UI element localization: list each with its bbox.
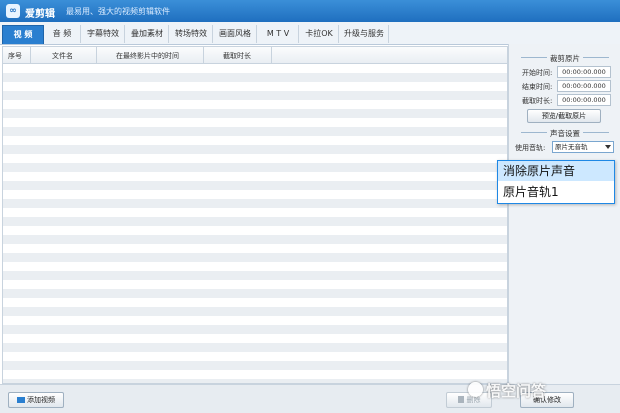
duration-label: 截取时长: — [522, 97, 553, 105]
app-slogan: 最易用、强大的视频剪辑软件 — [66, 7, 170, 16]
audio-section-title: 声音设置 — [550, 129, 580, 138]
audio-track-select[interactable]: 原片无音轨 — [552, 141, 614, 153]
end-time-label: 结束时间: — [522, 83, 553, 91]
column-header-index[interactable]: 序号 — [8, 51, 22, 61]
column-divider[interactable] — [203, 47, 204, 63]
column-divider[interactable] — [30, 47, 31, 63]
end-time-field[interactable]: 00:00:00.000 — [557, 80, 611, 92]
duration-field[interactable]: 00:00:00.000 — [557, 94, 611, 106]
tab-picture-style[interactable]: 画面风格 — [214, 25, 257, 43]
delete-label: 删除 — [466, 396, 481, 404]
video-list[interactable]: 序号 文件名 在最终影片中的时间 截取时长 — [2, 46, 508, 384]
column-header-final-time[interactable]: 在最终影片中的时间 — [116, 51, 179, 61]
list-header: 序号 文件名 在最终影片中的时间 截取时长 — [3, 47, 507, 64]
tab-bar: 视 频 音 频 字幕特效 叠加素材 转场特效 画面风格 M T V 卡拉OK 升… — [0, 22, 620, 45]
app-name: 爱剪辑 — [25, 9, 55, 20]
watermark: 悟空问答 — [486, 382, 547, 400]
trash-icon — [457, 396, 464, 403]
audio-track-value: 原片无音轨 — [555, 143, 588, 151]
clip-section-title: 裁剪原片 — [550, 54, 580, 63]
dropdown-option-track-1[interactable]: 原片音轨1 — [498, 182, 614, 202]
add-video-label: 添加视频 — [27, 396, 55, 404]
film-icon — [17, 397, 25, 403]
app-logo-icon: ∞ — [6, 4, 20, 18]
tab-subtitle-effects[interactable]: 字幕特效 — [82, 25, 125, 43]
audio-track-dropdown: 消除原片声音 原片音轨1 — [497, 160, 615, 204]
start-time-field[interactable]: 00:00:00.000 — [557, 66, 611, 78]
tab-video[interactable]: 视 频 — [2, 25, 44, 44]
column-divider[interactable] — [271, 47, 272, 63]
audio-track-label: 使用音轨: — [515, 144, 546, 152]
right-panel: 裁剪原片 开始时间: 00:00:00.000 结束时间: 00:00:00.0… — [508, 44, 620, 384]
chevron-down-icon[interactable] — [605, 145, 611, 149]
tab-transition-effects[interactable]: 转场特效 — [170, 25, 213, 43]
divider — [583, 132, 609, 133]
start-time-label: 开始时间: — [522, 69, 553, 77]
watermark-icon — [468, 382, 483, 397]
title-bar: ∞ 爱剪辑 最易用、强大的视频剪辑软件 — [0, 0, 620, 22]
divider — [583, 57, 609, 58]
tab-overlay-material[interactable]: 叠加素材 — [126, 25, 169, 43]
tab-karaoke[interactable]: 卡拉OK — [300, 25, 339, 43]
tab-audio[interactable]: 音 频 — [44, 25, 81, 43]
dropdown-option-remove-audio[interactable]: 消除原片声音 — [498, 161, 614, 181]
column-header-duration[interactable]: 截取时长 — [223, 51, 251, 61]
column-header-filename[interactable]: 文件名 — [52, 51, 73, 61]
list-rows — [3, 64, 507, 383]
preview-clip-button[interactable]: 预览/截取原片 — [527, 109, 601, 123]
column-divider[interactable] — [96, 47, 97, 63]
tab-mtv[interactable]: M T V — [258, 25, 299, 43]
tab-upgrade-service[interactable]: 升级与服务 — [340, 25, 389, 43]
add-video-button[interactable]: 添加视频 — [8, 392, 64, 408]
